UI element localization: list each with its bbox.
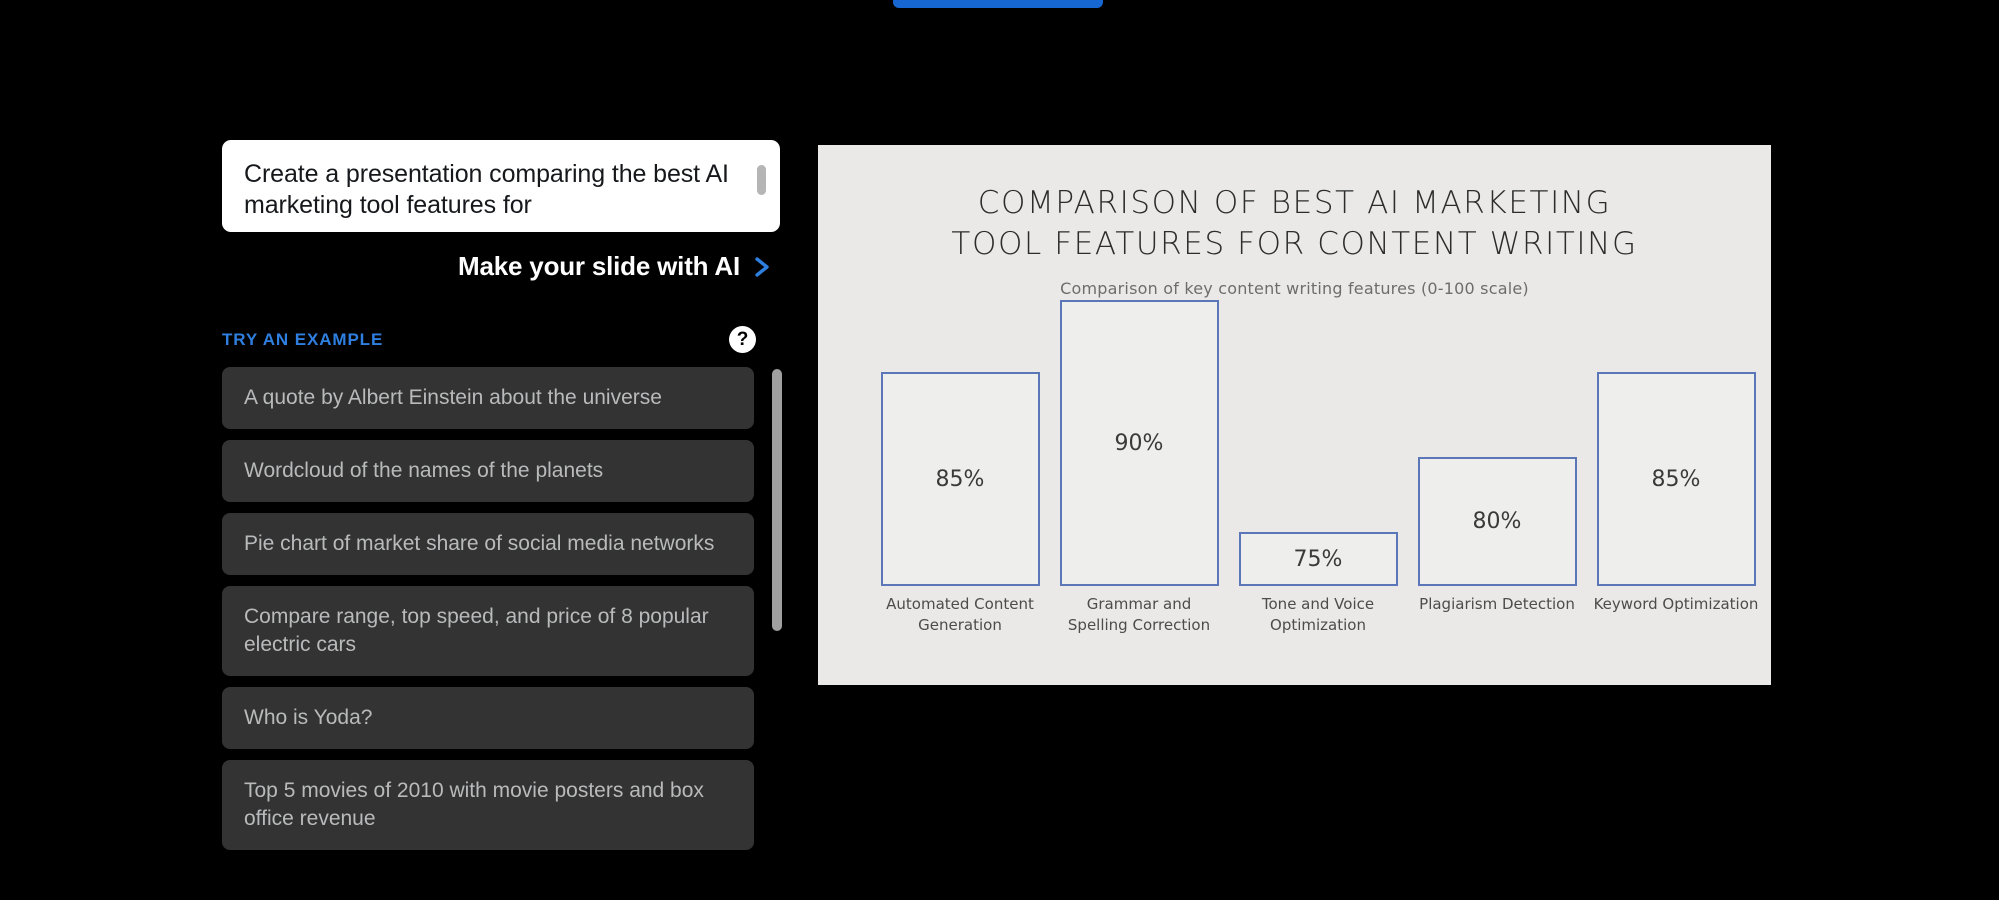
bar-group-automated-content-generation: 85% Automated Content Generation xyxy=(880,372,1040,634)
category-label-line2: Optimization xyxy=(1270,616,1366,634)
bar: 75% Tone and Voice Optimization xyxy=(1238,532,1398,634)
bar-group-grammar-and-spelling-correction: 90% Grammar and Spelling Correction xyxy=(1059,300,1219,634)
make-slide-button[interactable]: Make your slide with AI xyxy=(222,251,782,282)
try-an-example-label: TRY AN EXAMPLE xyxy=(222,329,384,349)
bar: 85% Keyword Optimization xyxy=(1594,372,1758,613)
app-root: Create a presentation comparing the best… xyxy=(0,0,1999,900)
bar: 85% Automated Content Generation xyxy=(880,372,1040,634)
chart-subtitle: Comparison of key content writing featur… xyxy=(1060,279,1529,298)
left-panel: Create a presentation comparing the best… xyxy=(222,140,782,850)
chart-title-line2: TOOL FEATURES FOR CONTENT WRITING xyxy=(951,226,1638,262)
bar-value-label: 85% xyxy=(1651,466,1701,492)
category-label-line1: Grammar and xyxy=(1086,595,1192,613)
slide-preview[interactable]: COMPARISON OF BEST AI MARKETING TOOL FEA… xyxy=(818,145,1771,685)
chart-title-line1: COMPARISON OF BEST AI MARKETING xyxy=(977,185,1612,221)
help-question-icon[interactable]: ? xyxy=(729,326,756,353)
examples-scroll-area: A quote by Albert Einstein about the uni… xyxy=(222,367,782,850)
category-label-line1: Plagiarism Detection xyxy=(1419,595,1575,613)
category-label: Grammar and Spelling Correction xyxy=(1044,594,1234,636)
prompt-input[interactable]: Create a presentation comparing the best… xyxy=(244,159,730,221)
category-label-line1: Automated Content xyxy=(886,595,1034,613)
category-label: Tone and Voice Optimization xyxy=(1223,594,1413,636)
bar: 90% Grammar and Spelling Correction xyxy=(1059,300,1219,634)
partial-top-button[interactable] xyxy=(893,0,1103,8)
bar-group-tone-and-voice-optimization: 75% Tone and Voice Optimization xyxy=(1238,532,1398,634)
category-label-line2: Spelling Correction xyxy=(1067,616,1211,634)
examples-scrollbar-thumb[interactable] xyxy=(772,369,782,631)
list-item[interactable]: Who is Yoda? xyxy=(222,687,754,749)
bar-value-label: 80% xyxy=(1472,509,1522,534)
bar-chart-plot: 85% Automated Content Generation 90% Gra… xyxy=(845,300,1758,634)
bar-group-keyword-optimization: 85% Keyword Optimization xyxy=(1594,372,1758,613)
bar-value-label: 85% xyxy=(935,466,985,492)
list-item[interactable]: Wordcloud of the names of the planets xyxy=(222,440,754,502)
list-item[interactable]: Top 5 movies of 2010 with movie posters … xyxy=(222,760,754,850)
chevron-right-icon xyxy=(752,254,772,280)
bar-group-plagiarism-detection: 80% Plagiarism Detection xyxy=(1417,457,1577,613)
prompt-scrollbar-thumb[interactable] xyxy=(757,165,766,195)
prompt-input-box[interactable]: Create a presentation comparing the best… xyxy=(222,140,780,232)
bar-value-label: 75% xyxy=(1293,546,1343,572)
bar: 80% Plagiarism Detection xyxy=(1417,457,1577,613)
category-label-line1: Tone and Voice xyxy=(1261,595,1375,613)
chart-title: COMPARISON OF BEST AI MARKETING TOOL FEA… xyxy=(818,183,1771,265)
category-label-line1: Keyword Optimization xyxy=(1593,595,1759,613)
category-label-line2: Generation xyxy=(918,616,1002,634)
category-label: Keyword Optimization xyxy=(1581,594,1771,615)
try-an-example-header: TRY AN EXAMPLE ? xyxy=(222,326,782,353)
list-item[interactable]: A quote by Albert Einstein about the uni… xyxy=(222,367,754,429)
examples-list: A quote by Albert Einstein about the uni… xyxy=(222,367,754,850)
category-label: Plagiarism Detection xyxy=(1402,594,1592,615)
make-slide-label: Make your slide with AI xyxy=(458,251,740,281)
list-item[interactable]: Pie chart of market share of social medi… xyxy=(222,513,754,575)
category-label: Automated Content Generation xyxy=(865,594,1055,636)
list-item[interactable]: Compare range, top speed, and price of 8… xyxy=(222,586,754,676)
bar-value-label: 90% xyxy=(1114,430,1164,456)
